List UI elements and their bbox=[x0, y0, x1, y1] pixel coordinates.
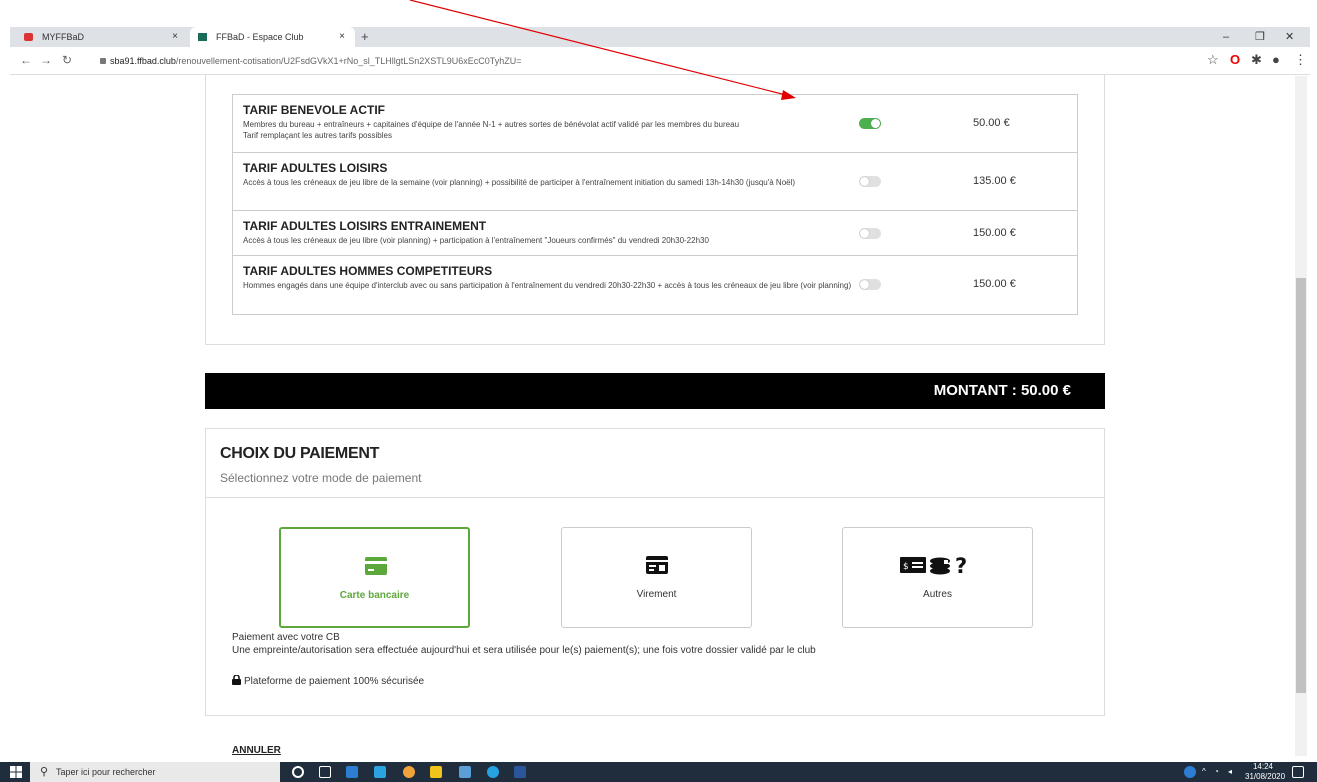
word-icon[interactable] bbox=[514, 766, 526, 778]
annotation-arrow bbox=[409, 0, 796, 100]
taskbar-search[interactable]: ⚲ Taper ici pour rechercher bbox=[30, 762, 280, 782]
windows-start-icon[interactable] bbox=[10, 766, 22, 778]
network-icon[interactable]: ◔ bbox=[1214, 767, 1219, 777]
task-view-icon[interactable] bbox=[319, 766, 331, 778]
app-icon[interactable] bbox=[459, 766, 471, 778]
cortana-icon[interactable] bbox=[292, 766, 304, 778]
store-icon[interactable] bbox=[430, 766, 442, 778]
notifications-icon[interactable] bbox=[1292, 766, 1304, 778]
tray-chevron-icon[interactable]: ^ bbox=[1202, 767, 1206, 777]
volume-icon[interactable]: ◂ bbox=[1228, 767, 1232, 777]
mail-icon[interactable] bbox=[374, 766, 386, 778]
clock-time[interactable]: 14:24 bbox=[1245, 762, 1281, 772]
search-icon: ⚲ bbox=[40, 766, 49, 778]
help-icon[interactable] bbox=[1184, 766, 1196, 778]
windows-taskbar: ⚲ Taper ici pour rechercher ^ ◔ ◂ 14:24 … bbox=[0, 762, 1317, 782]
screenshot-frame: MYFFBaD × FFBaD - Espace Club × + – ❐ ✕ … bbox=[0, 0, 1317, 782]
file-explorer-icon[interactable] bbox=[346, 766, 358, 778]
chrome-icon[interactable] bbox=[403, 766, 415, 778]
edge-icon[interactable] bbox=[487, 766, 499, 778]
clock-date[interactable]: 31/08/2020 bbox=[1245, 772, 1285, 782]
taskbar-search-placeholder: Taper ici pour rechercher bbox=[56, 767, 156, 777]
